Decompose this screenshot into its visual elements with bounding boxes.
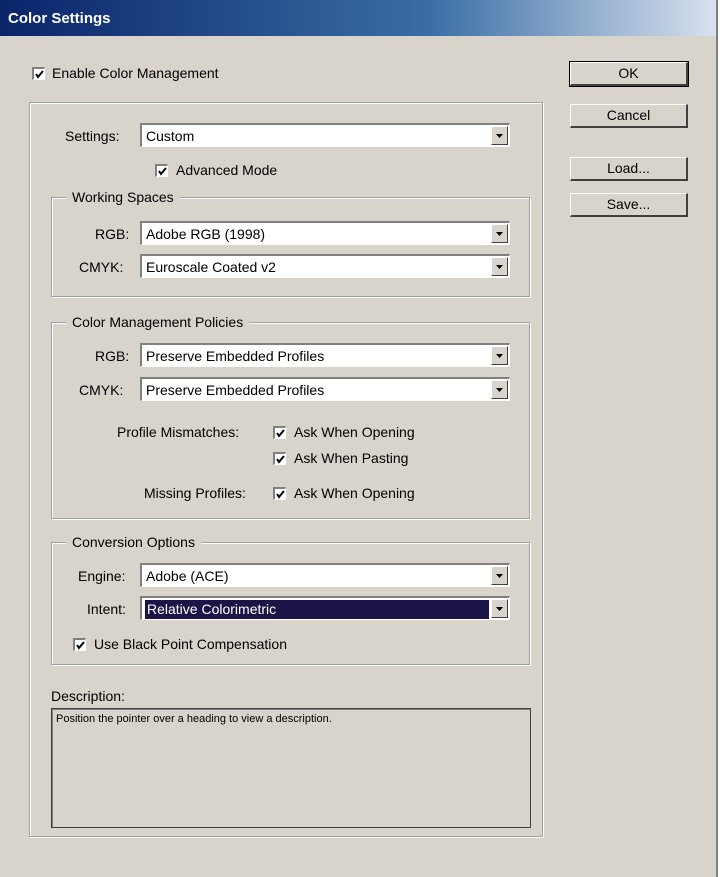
chevron-down-icon[interactable] — [491, 599, 508, 618]
missing-ask-opening-checkbox[interactable] — [273, 487, 286, 500]
checkmark-icon — [35, 70, 44, 79]
chevron-down-icon[interactable] — [491, 126, 508, 145]
working-rgb-select[interactable]: Adobe RGB (1998) — [140, 221, 510, 245]
window-title: Color Settings — [8, 10, 111, 27]
ok-button[interactable]: OK — [569, 61, 689, 87]
description-text: Position the pointer over a heading to v… — [56, 713, 332, 725]
load-button[interactable]: Load... — [570, 157, 688, 181]
checkmark-icon — [158, 167, 167, 176]
intent-label: Intent: — [87, 601, 126, 617]
working-spaces-group — [51, 197, 530, 297]
checkmark-icon — [276, 429, 285, 438]
chevron-down-icon[interactable] — [491, 380, 508, 399]
description-box: Position the pointer over a heading to v… — [51, 708, 531, 828]
advanced-mode-label: Advanced Mode — [176, 162, 278, 178]
color-settings-dialog: Color Settings Enable Color Management S… — [0, 0, 718, 877]
cancel-button[interactable]: Cancel — [570, 104, 688, 128]
policy-cmyk-label: CMYK: — [79, 382, 124, 398]
working-cmyk-value: Euroscale Coated v2 — [146, 259, 276, 275]
missing-profiles-label: Missing Profiles: — [144, 485, 246, 501]
chevron-down-icon[interactable] — [491, 346, 508, 365]
description-label: Description: — [51, 688, 125, 704]
policy-rgb-label: RGB: — [95, 348, 130, 364]
policy-rgb-select[interactable]: Preserve Embedded Profiles — [140, 343, 510, 367]
policy-cmyk-select[interactable]: Preserve Embedded Profiles — [140, 377, 510, 401]
chevron-down-icon[interactable] — [491, 257, 508, 276]
mismatch-ask-opening-checkbox[interactable] — [273, 426, 286, 439]
advanced-mode-checkbox[interactable] — [155, 164, 168, 177]
intent-select[interactable]: Relative Colorimetric — [140, 596, 510, 620]
intent-value: Relative Colorimetric — [145, 600, 489, 619]
policies-title: Color Management Policies — [66, 314, 250, 330]
enable-color-management-label: Enable Color Management — [52, 65, 219, 81]
black-point-compensation-checkbox[interactable] — [73, 638, 86, 651]
checkmark-icon — [276, 490, 285, 499]
mismatch-ask-pasting-label: Ask When Pasting — [294, 450, 409, 466]
black-point-compensation-label: Use Black Point Compensation — [94, 636, 287, 652]
mismatch-ask-pasting-checkbox[interactable] — [273, 452, 286, 465]
checkmark-icon — [276, 455, 285, 464]
policy-rgb-value: Preserve Embedded Profiles — [146, 348, 325, 364]
conversion-title: Conversion Options — [66, 534, 201, 550]
enable-color-management-checkbox[interactable] — [32, 67, 45, 80]
working-spaces-title: Working Spaces — [66, 189, 180, 205]
checkmark-icon — [76, 641, 85, 650]
engine-label: Engine: — [78, 568, 126, 584]
chevron-down-icon[interactable] — [491, 224, 508, 243]
working-cmyk-label: CMYK: — [79, 259, 124, 275]
engine-select[interactable]: Adobe (ACE) — [140, 563, 510, 587]
engine-value: Adobe (ACE) — [146, 568, 229, 584]
settings-label: Settings: — [65, 128, 120, 144]
mismatch-ask-opening-label: Ask When Opening — [294, 424, 415, 440]
save-button[interactable]: Save... — [570, 193, 688, 217]
profile-mismatches-label: Profile Mismatches: — [117, 424, 240, 440]
settings-select[interactable]: Custom — [140, 123, 510, 147]
policy-cmyk-value: Preserve Embedded Profiles — [146, 382, 325, 398]
working-cmyk-select[interactable]: Euroscale Coated v2 — [140, 254, 510, 278]
settings-value: Custom — [146, 128, 195, 144]
working-rgb-label: RGB: — [95, 226, 130, 242]
missing-ask-opening-label: Ask When Opening — [294, 485, 415, 501]
title-bar[interactable]: Color Settings — [0, 0, 716, 36]
working-rgb-value: Adobe RGB (1998) — [146, 226, 266, 242]
chevron-down-icon[interactable] — [491, 566, 508, 585]
